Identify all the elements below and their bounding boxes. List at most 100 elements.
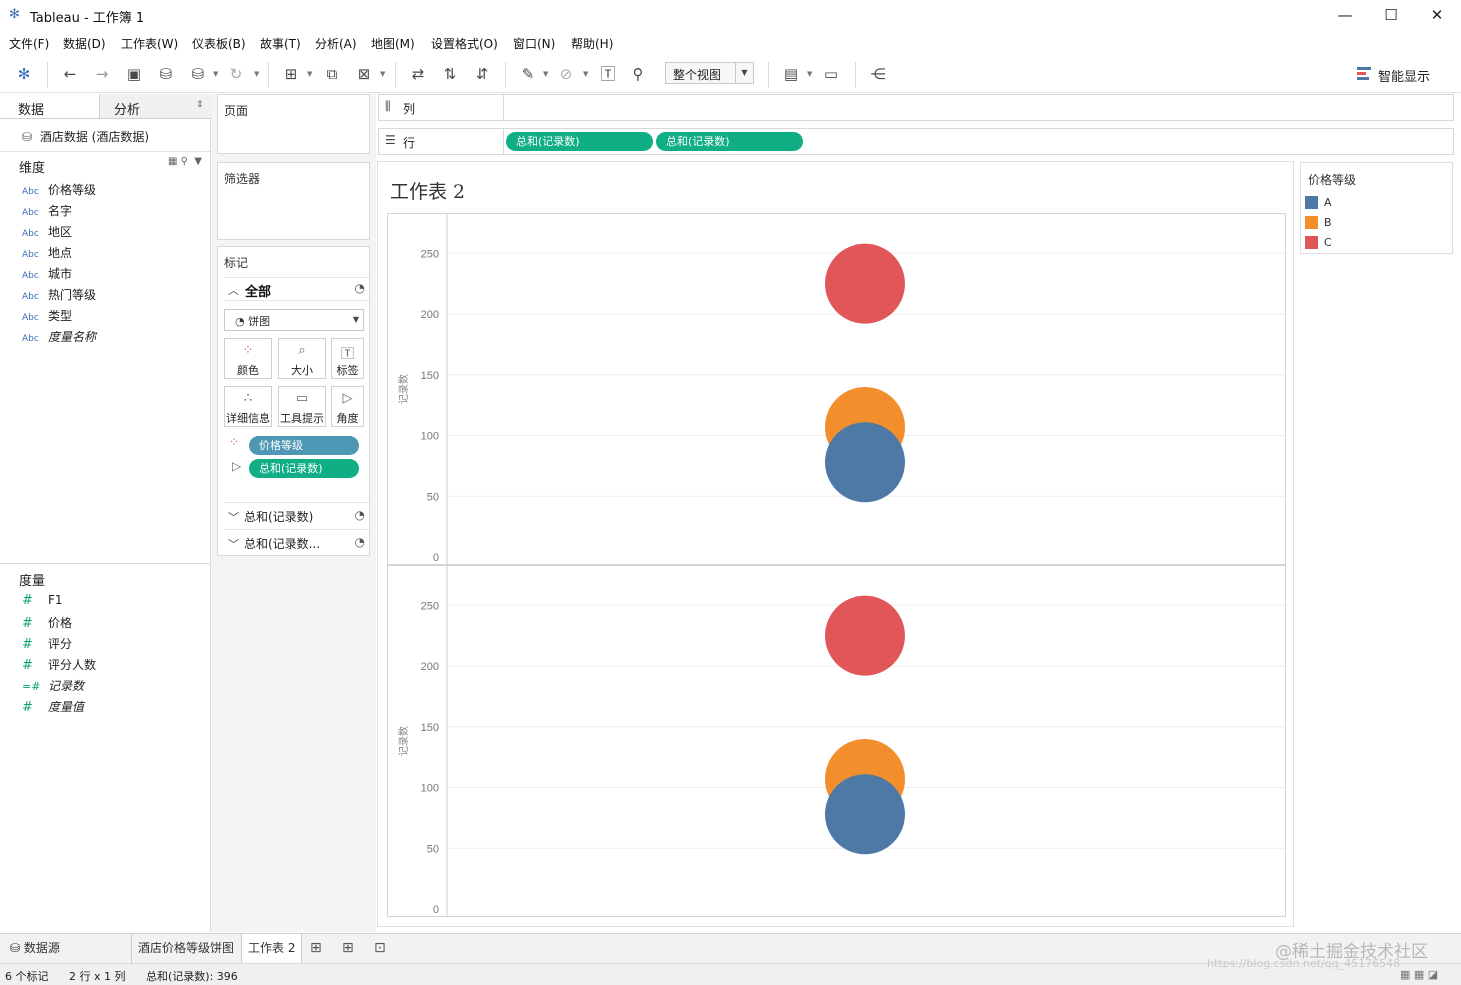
- menu-map[interactable]: 地图(M): [371, 35, 415, 52]
- tab-sheet-pie[interactable]: 酒店价格等级饼图: [131, 934, 240, 963]
- sort-descending-icon[interactable]: ⇵: [470, 62, 494, 86]
- close-button[interactable]: ✕: [1415, 4, 1459, 28]
- color-button[interactable]: ⁘ 颜色: [224, 338, 272, 379]
- pages-shelf[interactable]: 页面: [217, 94, 370, 154]
- marks-subcard-row-2[interactable]: ﹀ 总和(记录数... ◔: [224, 529, 369, 555]
- refresh-icon[interactable]: ↻: [224, 62, 248, 86]
- dimension-field[interactable]: Abc 城市: [22, 265, 72, 283]
- columns-shelf[interactable]: ⫼ 列: [378, 94, 1454, 121]
- chevron-down-icon[interactable]: ▼: [254, 70, 259, 78]
- field-name: 价格等级: [48, 183, 97, 197]
- rows-shelf[interactable]: ☰ 行 总和(记录数) 总和(记录数): [378, 128, 1454, 155]
- fix-axes-icon[interactable]: ⚲: [626, 62, 650, 86]
- chevron-down-icon[interactable]: ▼: [807, 70, 812, 78]
- pie-icon: ◔: [354, 281, 365, 295]
- chevron-down-icon[interactable]: ▼: [307, 70, 312, 78]
- tab-data[interactable]: 数据: [0, 94, 100, 119]
- show-me-label: 智能显示: [1378, 70, 1431, 85]
- maximize-button[interactable]: ☐: [1369, 4, 1413, 28]
- dimension-field[interactable]: Abc 价格等级: [22, 181, 96, 199]
- menu-story[interactable]: 故事(T): [260, 35, 301, 52]
- measure-field[interactable]: =# 记录数: [22, 677, 84, 695]
- new-datasource-icon[interactable]: ⛁: [154, 62, 178, 86]
- color-pill[interactable]: 价格等级: [249, 436, 359, 455]
- new-worksheet-icon[interactable]: ⊞: [310, 934, 322, 963]
- menu-analysis[interactable]: 分析(A): [315, 35, 357, 52]
- new-story-icon[interactable]: ⊡: [374, 934, 386, 963]
- dimension-field[interactable]: Abc 度量名称: [22, 328, 96, 346]
- dimension-field[interactable]: Abc 类型: [22, 307, 72, 325]
- tooltip-button[interactable]: ▭ 工具提示: [278, 386, 326, 427]
- label-button[interactable]: 🅃 标签: [331, 338, 364, 379]
- redo-icon[interactable]: →: [90, 62, 114, 86]
- tab-sheet-2[interactable]: 工作表 2: [241, 934, 303, 963]
- pause-updates-icon[interactable]: ⛁: [186, 62, 210, 86]
- dimension-field[interactable]: Abc 名字: [22, 202, 72, 220]
- highlight-icon[interactable]: ✎: [516, 62, 540, 86]
- color-legend[interactable]: 价格等级 A B C: [1300, 162, 1453, 254]
- field-name: 度量名称: [48, 330, 97, 344]
- measure-field[interactable]: # F1: [22, 593, 63, 611]
- label-icon: 🅃: [340, 347, 354, 362]
- dimension-field[interactable]: Abc 热门等级: [22, 286, 96, 304]
- updown-icon: ⇕: [196, 100, 204, 110]
- columns-shelf-label: 列: [403, 102, 416, 116]
- chevron-down-icon[interactable]: ▼: [583, 70, 588, 78]
- new-dashboard-icon[interactable]: ⊞: [342, 934, 354, 963]
- size-button[interactable]: ⌕ 大小: [278, 338, 326, 379]
- tableau-home-icon[interactable]: ✻: [12, 62, 36, 86]
- show-mark-labels-icon[interactable]: 🅃: [596, 62, 620, 86]
- datasource-item[interactable]: ⛁ 酒店数据 (酒店数据): [22, 128, 149, 145]
- filters-shelf-title: 筛选器: [224, 172, 261, 186]
- mark-type-dropdown[interactable]: ◔ 饼图 ▼: [224, 309, 364, 331]
- chevron-down-icon[interactable]: ▼: [213, 70, 218, 78]
- legend-label: C: [1324, 236, 1332, 249]
- undo-icon[interactable]: ←: [58, 62, 82, 86]
- duplicate-sheet-icon[interactable]: ⧉: [320, 62, 344, 86]
- show-me-icon: [1357, 66, 1373, 82]
- angle-pill[interactable]: 总和(记录数): [249, 459, 359, 478]
- menu-window[interactable]: 窗口(N): [513, 35, 555, 52]
- menu-dashboard[interactable]: 仪表板(B): [192, 35, 246, 52]
- new-worksheet-icon[interactable]: ⊞: [279, 62, 303, 86]
- measure-field[interactable]: # 评分人数: [22, 656, 96, 674]
- angle-button[interactable]: ▷ 角度: [331, 386, 364, 427]
- detail-button[interactable]: ∴ 详细信息: [224, 386, 272, 427]
- measure-field[interactable]: # 度量值: [22, 698, 84, 716]
- row-pill[interactable]: 总和(记录数): [506, 132, 653, 151]
- menu-worksheet[interactable]: 工作表(W): [121, 35, 178, 52]
- share-icon[interactable]: ⋲: [866, 62, 890, 86]
- minimize-button[interactable]: —: [1323, 4, 1367, 28]
- dimension-field[interactable]: Abc 地点: [22, 244, 72, 262]
- fit-dropdown[interactable]: 整个视图 ▼: [665, 62, 754, 84]
- menu-help[interactable]: 帮助(H): [571, 35, 613, 52]
- chevron-down-icon[interactable]: ▼: [543, 70, 548, 78]
- save-icon[interactable]: ▣: [122, 62, 146, 86]
- menu-data[interactable]: 数据(D): [63, 35, 106, 52]
- search-icon[interactable]: ▦ ⚲ ▼: [168, 156, 202, 167]
- worksheet-view[interactable]: 工作表 2 0 50 100 150 200 250 记录数 0 50 100 150 200 250…: [377, 161, 1294, 927]
- view-toggle-icon[interactable]: ▦ ▦ ◪: [1400, 968, 1438, 981]
- marks-subcard-row-1[interactable]: ﹀ 总和(记录数) ◔: [224, 502, 369, 528]
- tab-analysis[interactable]: 分析 ⇕: [100, 94, 211, 119]
- marks-all-header[interactable]: ︿ 全部 ◔: [224, 277, 369, 301]
- filters-shelf[interactable]: 筛选器: [217, 162, 370, 240]
- group-members-icon[interactable]: ⊘: [554, 62, 578, 86]
- pie-mark-c: [825, 243, 905, 324]
- clear-sheet-icon[interactable]: ⊠: [352, 62, 376, 86]
- measure-field[interactable]: # 评分: [22, 635, 72, 653]
- menu-file[interactable]: 文件(F): [9, 35, 49, 52]
- tab-datasource[interactable]: ⛁ 数据源: [10, 934, 60, 963]
- sort-ascending-icon[interactable]: ⇅: [438, 62, 462, 86]
- measure-field[interactable]: # 价格: [22, 614, 72, 632]
- label-button-label: 标签: [336, 364, 359, 377]
- y-tick-label: 200: [421, 661, 439, 673]
- angle-icon: ▷: [342, 391, 353, 406]
- menu-format[interactable]: 设置格式(O): [431, 35, 498, 52]
- dimension-field[interactable]: Abc 地区: [22, 223, 72, 241]
- show-cards-icon[interactable]: ▤: [779, 62, 803, 86]
- chevron-down-icon[interactable]: ▼: [380, 70, 385, 78]
- row-pill[interactable]: 总和(记录数): [656, 132, 803, 151]
- swap-rows-columns-icon[interactable]: ⇄: [406, 62, 430, 86]
- presentation-mode-icon[interactable]: ▭: [819, 62, 843, 86]
